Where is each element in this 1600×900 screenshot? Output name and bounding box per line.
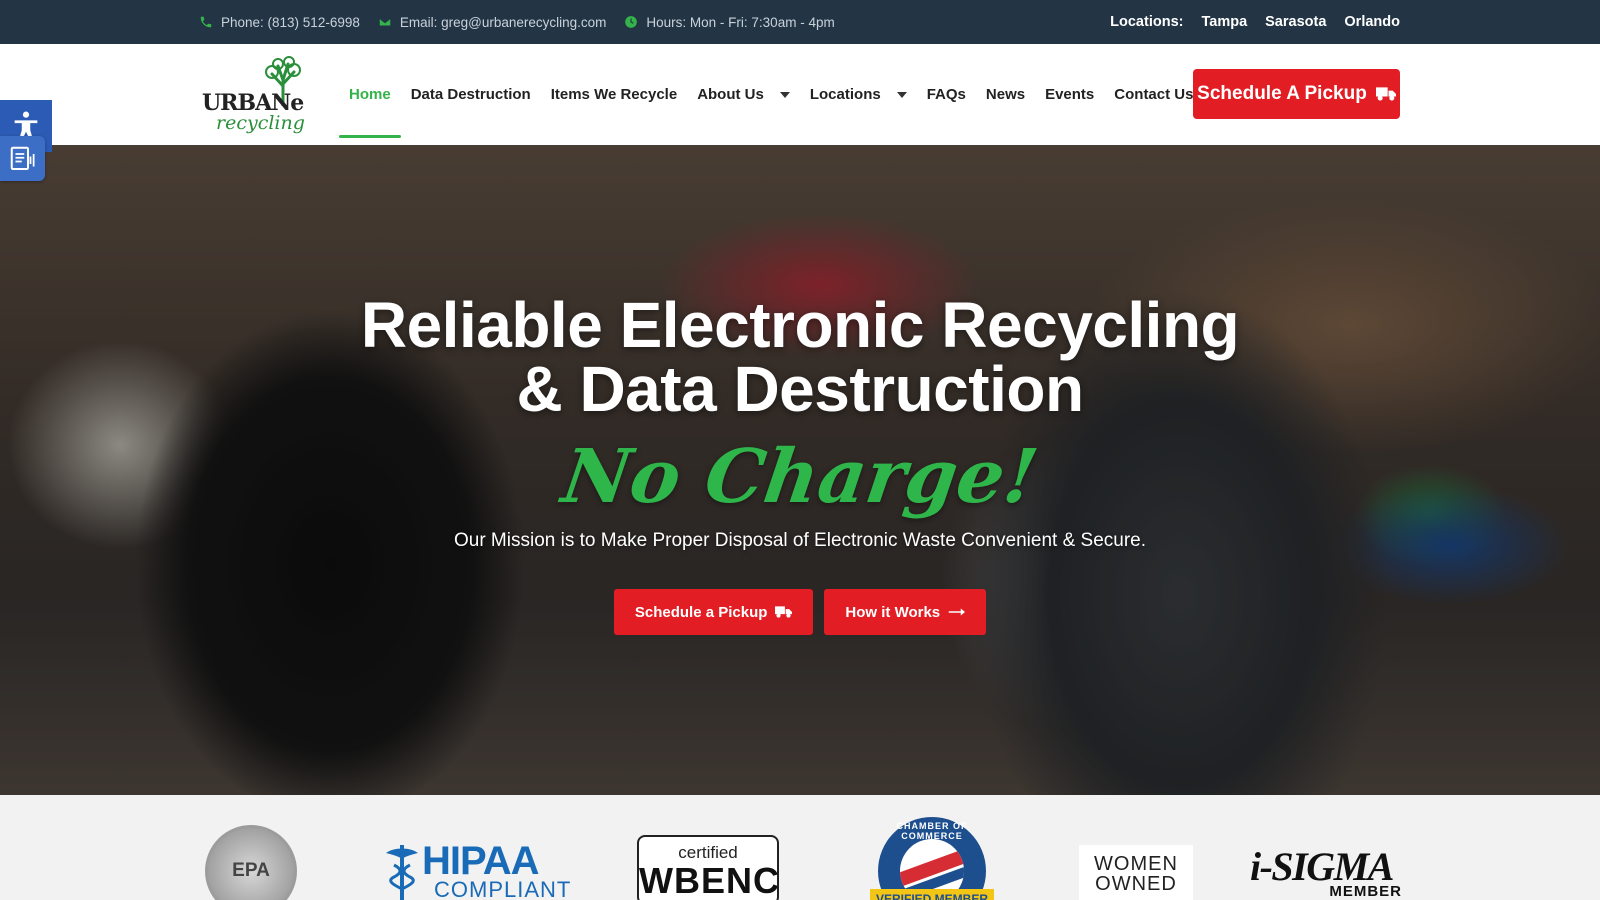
certification-badges: EPA HIPAA COMPLIANT certified WBENC CHAM…	[0, 795, 1600, 900]
location-link-tampa[interactable]: Tampa	[1201, 14, 1247, 30]
hero-headline: Reliable Electronic Recycling & Data Des…	[0, 293, 1600, 421]
nav-data-destruction[interactable]: Data Destruction	[401, 44, 541, 145]
epa-text: EPA	[232, 860, 270, 881]
nav-faqs[interactable]: FAQs	[917, 44, 976, 145]
member-text: MEMBER	[1329, 883, 1402, 900]
nav-news-label: News	[985, 86, 1026, 103]
isigma-member-logo: i-SIGMA MEMBER	[1250, 844, 1402, 900]
hero-tagline: No Charge!	[557, 434, 1043, 520]
hours-info: Hours: Mon - Fri: 7:30am - 4pm	[624, 14, 835, 30]
compliant-text: COMPLIANT	[434, 877, 572, 900]
truck-icon	[775, 606, 793, 618]
headline-line-1: Reliable Electronic Recycling	[360, 289, 1240, 361]
phone-icon	[200, 16, 212, 28]
urban-e-logo[interactable]: URBANe recycling	[202, 56, 308, 134]
chevron-down-icon	[779, 91, 790, 98]
hero-mission-text: Our Mission is to Make Proper Disposal o…	[453, 530, 1147, 551]
nav-items-we-recycle-label: Items We Recycle	[550, 86, 678, 103]
nav-contact-us[interactable]: Contact Us	[1104, 44, 1203, 145]
nav-items-we-recycle[interactable]: Items We Recycle	[541, 44, 687, 145]
schedule-pickup-label: Schedule A Pickup	[1197, 83, 1367, 104]
contact-info: Phone: (813) 512-6998 Email: greg@urbane…	[199, 0, 835, 44]
wbenc-certified-logo: certified WBENC	[637, 835, 779, 900]
locations-links: Locations: Tampa Sarasota Orlando	[1110, 0, 1400, 44]
location-link-orlando[interactable]: Orlando	[1344, 14, 1400, 30]
caduceus-icon	[386, 845, 418, 900]
nav-events[interactable]: Events	[1035, 44, 1104, 145]
phone-link[interactable]: Phone: (813) 512-6998	[199, 15, 360, 30]
truck-icon	[1375, 87, 1396, 101]
hours-text: Hours: Mon - Fri: 7:30am - 4pm	[646, 14, 835, 30]
email-text: Email: greg@urbanerecycling.com	[399, 14, 607, 30]
location-link-sarasota[interactable]: Sarasota	[1265, 14, 1326, 30]
nav-locations[interactable]: Locations	[800, 44, 917, 145]
top-bar: Phone: (813) 512-6998 Email: greg@urbane…	[0, 0, 1600, 44]
email-link[interactable]: Email: greg@urbanerecycling.com	[378, 14, 607, 30]
women-owned-logo: WOMEN OWNED	[1079, 845, 1193, 900]
schedule-pickup-button[interactable]: Schedule A Pickup	[1193, 69, 1400, 119]
nav-home-label: Home	[349, 86, 391, 103]
wbenc-text: WBENC	[639, 860, 779, 900]
isigma-text: i-SIGMA	[1250, 844, 1394, 889]
nav-about-us[interactable]: About Us	[687, 44, 800, 145]
chevron-down-icon	[896, 91, 907, 98]
hipaa-text: HIPAA	[422, 839, 539, 883]
site-header: URBANe recycling Home Data Destruction I…	[0, 44, 1600, 145]
clock-icon	[625, 16, 638, 28]
nav-home[interactable]: Home	[339, 44, 401, 145]
document-speaker-icon	[10, 146, 34, 170]
how-it-works-button[interactable]: How it Works	[824, 589, 987, 635]
locations-label: Locations:	[1110, 14, 1184, 30]
epa-seal-logo: EPA	[205, 825, 297, 900]
phone-text: Phone: (813) 512-6998	[221, 14, 360, 30]
hero-section: Reliable Electronic Recycling & Data Des…	[0, 145, 1600, 795]
how-it-works-label: How it Works	[845, 603, 941, 621]
nav-events-label: Events	[1045, 86, 1095, 103]
envelope-icon	[378, 17, 392, 27]
main-nav: Home Data Destruction Items We Recycle A…	[339, 44, 1203, 145]
nav-faqs-label: FAQs	[926, 86, 966, 103]
hipaa-compliant-logo: HIPAA COMPLIANT	[382, 841, 570, 900]
chamber-of-commerce-logo: CHAMBER OF COMMERCE VERIFIED MEMBER	[870, 817, 994, 900]
nav-contact-us-label: Contact Us	[1114, 86, 1194, 103]
hero-schedule-label: Schedule a Pickup	[634, 603, 768, 621]
headline-line-2: & Data Destruction	[516, 353, 1084, 425]
arrow-right-icon	[948, 608, 966, 616]
hero-schedule-pickup-button[interactable]: Schedule a Pickup	[613, 589, 814, 635]
nav-about-us-label: About Us	[697, 86, 764, 103]
chamber-arc-text: CHAMBER OF COMMERCE	[896, 821, 968, 841]
verified-member-ribbon: VERIFIED MEMBER	[870, 889, 994, 900]
nav-locations-label: Locations	[809, 86, 881, 103]
owned-text: OWNED	[1095, 873, 1177, 895]
nav-data-destruction-label: Data Destruction	[410, 86, 531, 103]
text-reader-button[interactable]	[0, 136, 45, 181]
hero-buttons: Schedule a Pickup How it Works	[0, 589, 1600, 635]
nav-news[interactable]: News	[976, 44, 1035, 145]
logo-subtext: recycling	[216, 112, 305, 134]
women-text: WOMEN	[1094, 853, 1178, 875]
